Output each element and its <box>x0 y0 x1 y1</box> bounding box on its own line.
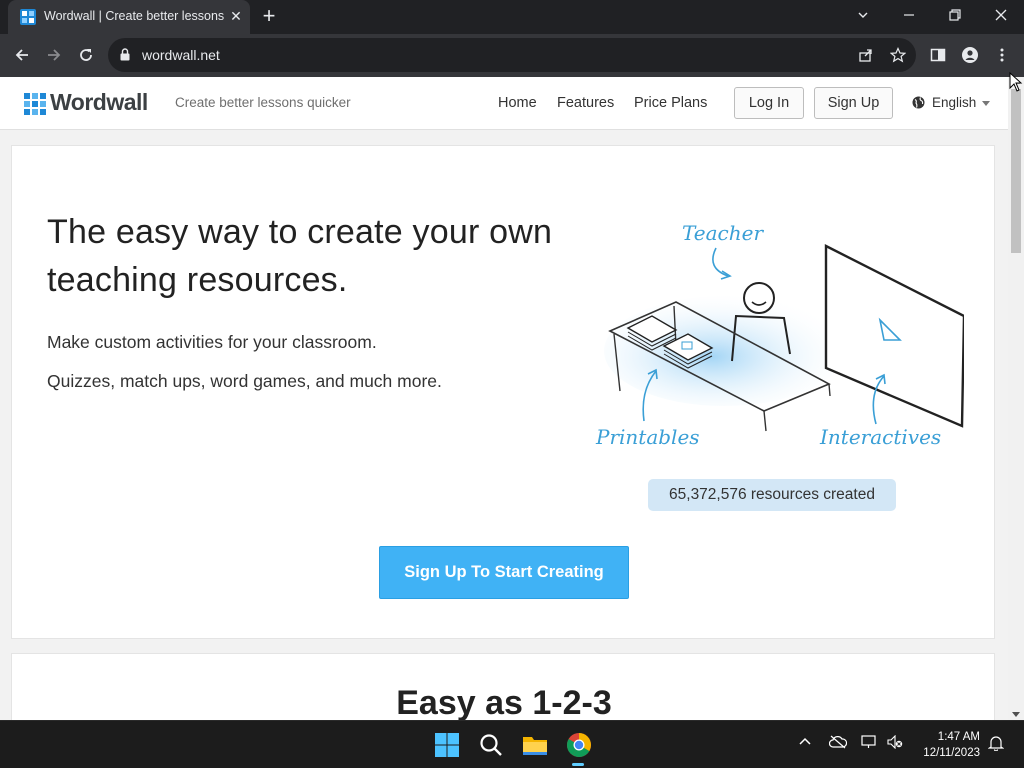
search-icon[interactable] <box>477 731 505 759</box>
profile-avatar-icon[interactable] <box>956 41 984 69</box>
windows-taskbar: 1:47 AM 12/11/2023 <box>0 720 1024 768</box>
sign-up-cta-button[interactable]: Sign Up To Start Creating <box>379 546 629 599</box>
chrome-icon[interactable] <box>565 731 593 759</box>
section-title: Easy as 1-2-3 <box>396 684 612 720</box>
close-window-icon[interactable] <box>978 0 1024 30</box>
address-bar[interactable]: wordwall.net <box>108 38 916 72</box>
hero-section: The easy way to create your own teaching… <box>11 145 995 639</box>
clock-time: 1:47 AM <box>937 731 980 743</box>
network-icon[interactable] <box>861 735 877 749</box>
back-icon[interactable] <box>8 41 36 69</box>
brand-name: Wordwall <box>50 89 148 115</box>
notification-bell-icon[interactable] <box>988 735 1004 751</box>
page-scrollbar[interactable] <box>1008 77 1024 720</box>
page-viewport: Wordwall Create better lessons quicker H… <box>0 77 1008 720</box>
onedrive-icon[interactable] <box>829 735 847 749</box>
resources-counter: 65,372,576 resources created <box>648 479 896 511</box>
system-clock[interactable]: 1:47 AM 12/11/2023 <box>912 729 980 761</box>
nav-home-link[interactable]: Home <box>498 95 537 111</box>
tab-title: Wordwall | Create better lessons quicker <box>44 9 224 23</box>
site-header: Wordwall Create better lessons quicker H… <box>0 77 1008 130</box>
clock-date: 12/11/2023 <box>923 747 980 759</box>
label-teacher: Teacher <box>682 221 764 245</box>
bookmark-star-icon[interactable] <box>890 47 906 63</box>
tray-overflow-chevron-icon[interactable] <box>798 735 812 749</box>
volume-muted-icon[interactable] <box>887 735 903 749</box>
share-icon[interactable] <box>858 47 874 63</box>
windows-start-icon[interactable] <box>433 731 461 759</box>
chrome-menu-icon[interactable] <box>988 41 1016 69</box>
minimize-icon[interactable] <box>886 0 932 30</box>
nav-price-plans-link[interactable]: Price Plans <box>634 95 707 111</box>
mouse-cursor-icon <box>1009 72 1023 92</box>
browser-tab[interactable]: Wordwall | Create better lessons quicker… <box>8 0 250 34</box>
site-tagline: Create better lessons quicker <box>175 95 351 110</box>
teacher-arrow <box>712 247 729 277</box>
caret-down-icon <box>982 101 990 106</box>
hero-title: The easy way to create your own teaching… <box>47 213 553 299</box>
browser-tab-strip: Wordwall | Create better lessons quicker… <box>0 0 1024 34</box>
tab-close-icon[interactable]: ✕ <box>228 8 244 24</box>
wordwall-logo-icon <box>24 93 46 115</box>
teacher-head <box>743 282 775 314</box>
hero-subtitle-2: Quizzes, match ups, word games, and much… <box>47 371 442 391</box>
globe-icon <box>912 96 925 109</box>
lock-icon[interactable] <box>120 48 130 61</box>
forward-icon[interactable] <box>40 41 68 69</box>
log-in-button[interactable]: Log In <box>734 87 804 119</box>
scroll-thumb[interactable] <box>1011 89 1021 253</box>
hero-subtitle-1: Make custom activities for your classroo… <box>47 332 377 352</box>
sign-up-button[interactable]: Sign Up <box>814 87 893 119</box>
active-app-indicator <box>572 763 584 766</box>
tab-search-icon[interactable] <box>840 0 886 30</box>
scroll-down-icon[interactable] <box>1012 712 1020 717</box>
nav-features-link[interactable]: Features <box>557 95 614 111</box>
easy-as-123-section: Easy as 1-2-3 <box>11 653 995 720</box>
file-explorer-icon[interactable] <box>521 731 549 759</box>
url-text[interactable]: wordwall.net <box>142 47 220 63</box>
wordwall-favicon-icon <box>20 9 36 25</box>
label-interactives: Interactives <box>819 425 941 449</box>
side-panel-icon[interactable] <box>924 41 952 69</box>
reload-icon[interactable] <box>72 41 100 69</box>
browser-toolbar: wordwall.net <box>0 34 1024 77</box>
restore-icon[interactable] <box>932 0 978 30</box>
label-printables: Printables <box>595 425 700 449</box>
language-label: English <box>932 95 977 110</box>
new-tab-icon[interactable]: + <box>258 5 280 28</box>
hero-illustration: Teacher Printables Interactives <box>595 221 964 449</box>
